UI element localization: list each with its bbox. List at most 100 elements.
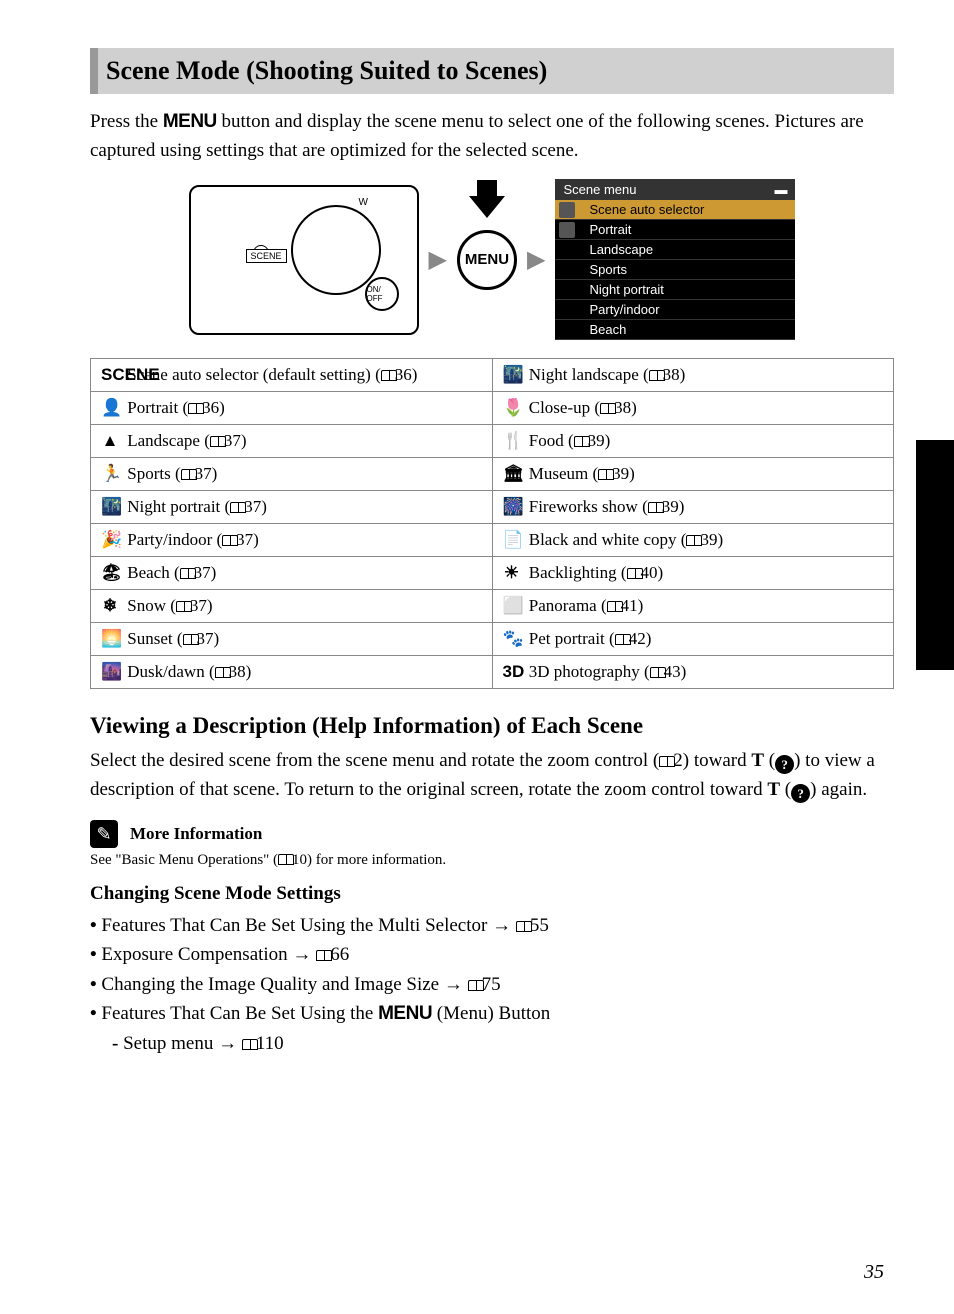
scene-name: Close-up	[529, 398, 590, 417]
scene-menu-item: Sports	[555, 260, 795, 280]
arrow-icon: ▶	[429, 245, 447, 274]
scene-menu-item-label: Sports	[589, 262, 627, 277]
side-indicator-icon	[559, 222, 575, 238]
scene-name: Sports	[127, 464, 170, 483]
scene-icon: 🌃	[503, 365, 521, 385]
scene-table-cell: 🏛 Museum (39)	[492, 458, 894, 491]
subsubsection-title: Changing Scene Mode Settings	[90, 883, 894, 905]
book-icon	[242, 1039, 258, 1050]
scene-icon: ⬜	[503, 596, 521, 616]
pencil-icon: ✎	[90, 820, 118, 848]
scene-name: Snow	[127, 596, 166, 615]
menu-button: MENU	[457, 230, 517, 290]
scene-table-cell: 🍴 Food (39)	[492, 425, 894, 458]
mode-dial	[291, 205, 381, 295]
help-icon: ?	[775, 755, 794, 774]
scene-name: Pet portrait	[529, 629, 605, 648]
page-ref: 43	[664, 662, 681, 681]
scene-icon: 🎆	[503, 497, 521, 517]
scene-menu-item: Scene auto selector	[555, 200, 795, 220]
scene-menu-item: Landscape	[555, 240, 795, 260]
list-item: Changing the Image Quality and Image Siz…	[90, 970, 894, 999]
section-title-bar: Scene Mode (Shooting Suited to Scenes)	[90, 48, 894, 94]
scene-name: Landscape	[127, 431, 200, 450]
zoom-w-label: W	[359, 197, 368, 208]
scene-menu-header: Scene menu▬	[555, 179, 795, 200]
side-section-label: Shooting Features	[926, 510, 942, 612]
book-icon	[574, 436, 590, 447]
book-icon	[627, 568, 643, 579]
page-ref: 37	[194, 563, 211, 582]
scene-icon: 👤	[101, 398, 119, 418]
scene-icon: 🏛	[503, 464, 521, 484]
scene-name: Party/indoor	[127, 530, 212, 549]
page-ref: 36	[395, 365, 412, 384]
book-icon	[180, 568, 196, 579]
book-icon	[210, 436, 226, 447]
book-icon	[183, 634, 199, 645]
scene-table-cell: 🎉 Party/indoor (37)	[91, 524, 493, 557]
page-ref: 41	[621, 596, 638, 615]
book-icon	[516, 921, 532, 932]
scene-menu-item: Party/indoor	[555, 300, 795, 320]
scene-icon: 🏖	[101, 563, 119, 583]
book-icon	[278, 854, 294, 865]
book-icon	[230, 502, 246, 513]
book-icon	[468, 980, 484, 991]
scene-table-cell: 🐾 Pet portrait (42)	[492, 623, 894, 656]
scene-icon: 🌆	[101, 662, 119, 682]
help-description-paragraph: Select the desired scene from the scene …	[90, 747, 894, 804]
list-item: Features That Can Be Set Using the MENU …	[90, 999, 894, 1028]
scene-menu-item-label: Scene auto selector	[589, 202, 704, 217]
scene-name: Backlighting	[529, 563, 617, 582]
scene-table-cell: ▲ Landscape (37)	[91, 425, 493, 458]
scene-icon: SCENE	[101, 365, 119, 385]
note-title: More Information	[130, 824, 262, 844]
scene-table-cell: ❄ Snow (37)	[91, 590, 493, 623]
side-indicator-icon	[559, 202, 575, 218]
scene-table-cell: 🌆 Dusk/dawn (38)	[91, 656, 493, 689]
note-text: See "Basic Menu Operations" (10) for mor…	[90, 852, 894, 869]
scene-table-cell: 🏃 Sports (37)	[91, 458, 493, 491]
menu-button-wrap: MENU	[457, 230, 517, 290]
scene-menu-item-label: Night portrait	[589, 282, 663, 297]
page-ref: 39	[662, 497, 679, 516]
book-icon	[381, 370, 397, 381]
scene-name: Panorama	[529, 596, 597, 615]
scene-table-cell: 🌷 Close-up (38)	[492, 392, 894, 425]
scene-menu-item-label: Beach	[589, 322, 626, 337]
menu-keyword: MENU	[163, 111, 217, 132]
page-ref: 40	[641, 563, 658, 582]
scene-icon: ❄	[101, 596, 119, 616]
page-ref: 37	[244, 497, 261, 516]
scene-name: Beach	[127, 563, 169, 582]
book-icon	[650, 667, 666, 678]
scene-menu-item: Night portrait	[555, 280, 795, 300]
scene-name: Dusk/dawn	[127, 662, 204, 681]
book-icon	[607, 601, 623, 612]
scene-tag: SCENE	[246, 249, 287, 263]
down-arrow-icon	[469, 180, 505, 218]
page-ref: 37	[197, 629, 214, 648]
scene-name: Night portrait	[127, 497, 220, 516]
scene-name: Museum	[529, 464, 589, 483]
scene-table-cell: 🎆 Fireworks show (39)	[492, 491, 894, 524]
scene-icon: ▲	[101, 431, 119, 451]
note-header: ✎ More Information	[90, 820, 894, 848]
list-item: Features That Can Be Set Using the Multi…	[90, 911, 894, 940]
book-icon	[598, 469, 614, 480]
scene-name: Fireworks show	[529, 497, 638, 516]
scene-icon: 🎉	[101, 530, 119, 550]
book-icon	[686, 535, 702, 546]
menu-keyword: MENU	[378, 1003, 432, 1024]
scene-menu-item-label: Portrait	[589, 222, 631, 237]
page-ref: 37	[195, 464, 212, 483]
section-title: Scene Mode (Shooting Suited to Scenes)	[106, 56, 886, 86]
book-icon	[188, 403, 204, 414]
page-number: 35	[864, 1261, 884, 1284]
page-ref: 37	[224, 431, 241, 450]
book-icon	[649, 370, 665, 381]
book-icon	[181, 469, 197, 480]
book-icon	[659, 756, 675, 767]
scene-table-cell: 🏖 Beach (37)	[91, 557, 493, 590]
